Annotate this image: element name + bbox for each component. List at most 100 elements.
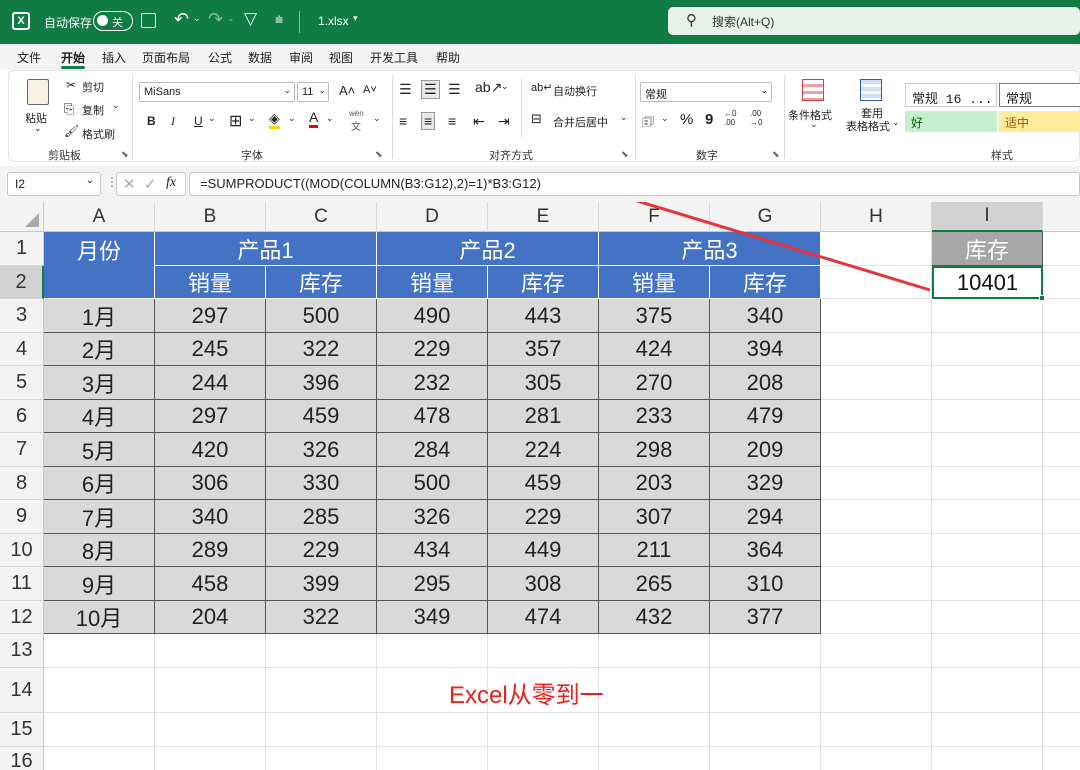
- align-right-icon[interactable]: ≡: [448, 113, 456, 129]
- empty-cell[interactable]: [1043, 567, 1080, 601]
- empty-cell[interactable]: [710, 668, 821, 713]
- empty-cell[interactable]: [266, 713, 377, 747]
- number-launcher-icon[interactable]: ⬊: [772, 149, 780, 160]
- data-cell[interactable]: 3月: [44, 366, 155, 400]
- phonetic-guide-icon[interactable]: wén: [349, 109, 364, 118]
- fill-handle[interactable]: [1039, 295, 1045, 301]
- empty-cell[interactable]: [155, 747, 266, 770]
- data-cell[interactable]: 500: [266, 299, 377, 333]
- empty-cell[interactable]: [1043, 299, 1080, 333]
- data-cell[interactable]: 244: [155, 366, 266, 400]
- empty-cell[interactable]: [266, 668, 377, 713]
- data-cell[interactable]: 229: [488, 500, 599, 534]
- wrap-text-icon[interactable]: ab↵: [531, 81, 552, 94]
- empty-cell[interactable]: [932, 299, 1043, 333]
- data-cell[interactable]: 209: [710, 433, 821, 467]
- align-bottom-icon[interactable]: ☰: [448, 81, 461, 98]
- result-header-cell[interactable]: 库存: [932, 232, 1043, 266]
- row-header-5[interactable]: 5: [0, 366, 44, 400]
- header-product1[interactable]: 产品1: [155, 232, 377, 266]
- percent-button[interactable]: %: [680, 111, 693, 128]
- header-product3[interactable]: 产品3: [599, 232, 821, 266]
- empty-cell[interactable]: [1043, 232, 1080, 266]
- number-format-select[interactable]: 常规 ⌄: [640, 82, 772, 102]
- empty-cell[interactable]: [266, 634, 377, 668]
- data-cell[interactable]: 340: [710, 299, 821, 333]
- data-cell[interactable]: 298: [599, 433, 710, 467]
- format-as-table-button[interactable]: 套用 表格格式 ⌄: [841, 77, 900, 137]
- data-cell[interactable]: 4月: [44, 400, 155, 433]
- copy-dropdown-icon[interactable]: ⌄: [112, 100, 120, 111]
- row-header-6[interactable]: 6: [0, 400, 44, 433]
- fill-color-dropdown-icon[interactable]: ⌄: [288, 113, 296, 124]
- undo-dropdown-icon[interactable]: ⌄: [193, 13, 201, 24]
- data-cell[interactable]: 375: [599, 299, 710, 333]
- data-cell[interactable]: 394: [710, 333, 821, 366]
- data-cell[interactable]: 10月: [44, 601, 155, 634]
- orientation-icon[interactable]: ab↗: [475, 79, 502, 96]
- empty-cell[interactable]: [710, 747, 821, 770]
- empty-cell[interactable]: [821, 232, 932, 266]
- empty-cell[interactable]: [932, 601, 1043, 634]
- row-header-2[interactable]: 2: [0, 266, 44, 299]
- empty-cell[interactable]: [599, 668, 710, 713]
- empty-cell[interactable]: [932, 500, 1043, 534]
- header-month[interactable]: 月份: [44, 232, 155, 299]
- empty-cell[interactable]: [599, 634, 710, 668]
- data-cell[interactable]: 285: [266, 500, 377, 534]
- bold-button[interactable]: B: [147, 114, 156, 128]
- data-cell[interactable]: 229: [266, 534, 377, 567]
- row-header-11[interactable]: 11: [0, 567, 44, 601]
- header-stock[interactable]: 库存: [488, 266, 599, 299]
- row-header-12[interactable]: 12: [0, 601, 44, 634]
- data-cell[interactable]: 459: [266, 400, 377, 433]
- data-cell[interactable]: 208: [710, 366, 821, 400]
- italic-button[interactable]: I: [171, 114, 175, 129]
- data-cell[interactable]: 399: [266, 567, 377, 601]
- row-header-15[interactable]: 15: [0, 713, 44, 747]
- data-cell[interactable]: 281: [488, 400, 599, 433]
- decrease-decimal-button[interactable]: .00 →0: [750, 109, 770, 127]
- data-cell[interactable]: 326: [377, 500, 488, 534]
- result-value-cell[interactable]: 10401: [932, 266, 1043, 299]
- empty-cell[interactable]: [1043, 366, 1080, 400]
- borders-icon[interactable]: ⊞: [229, 111, 242, 131]
- customize-toolbar-icon[interactable]: ⩧: [275, 11, 283, 28]
- empty-cell[interactable]: [821, 713, 932, 747]
- data-cell[interactable]: 340: [155, 500, 266, 534]
- column-header-A[interactable]: A: [44, 202, 155, 232]
- grow-font-button[interactable]: A˄: [339, 83, 355, 98]
- data-cell[interactable]: 295: [377, 567, 488, 601]
- empty-cell[interactable]: [155, 668, 266, 713]
- empty-cell[interactable]: [821, 266, 932, 299]
- data-cell[interactable]: 396: [266, 366, 377, 400]
- header-sales[interactable]: 销量: [599, 266, 710, 299]
- accounting-dropdown-icon[interactable]: ⌄: [661, 113, 669, 124]
- empty-cell[interactable]: [821, 433, 932, 467]
- empty-cell[interactable]: [821, 634, 932, 668]
- header-stock[interactable]: 库存: [266, 266, 377, 299]
- empty-cell[interactable]: [710, 634, 821, 668]
- enter-icon[interactable]: ✓: [144, 175, 157, 193]
- data-cell[interactable]: 233: [599, 400, 710, 433]
- column-header-J[interactable]: [1043, 202, 1080, 232]
- column-header-D[interactable]: D: [377, 202, 488, 232]
- data-cell[interactable]: 449: [488, 534, 599, 567]
- increase-decimal-button[interactable]: ←0 .00: [724, 109, 742, 127]
- row-header-7[interactable]: 7: [0, 433, 44, 467]
- tab-page-layout[interactable]: 页面布局: [142, 49, 190, 66]
- decrease-indent-icon[interactable]: ⇤: [473, 113, 485, 130]
- tab-file[interactable]: 文件: [17, 49, 41, 66]
- data-cell[interactable]: 434: [377, 534, 488, 567]
- data-cell[interactable]: 6月: [44, 467, 155, 500]
- column-header-C[interactable]: C: [266, 202, 377, 232]
- empty-cell[interactable]: [1043, 634, 1080, 668]
- empty-cell[interactable]: [821, 601, 932, 634]
- empty-cell[interactable]: [1043, 333, 1080, 366]
- data-cell[interactable]: 443: [488, 299, 599, 333]
- data-cell[interactable]: 2月: [44, 333, 155, 366]
- style-normal[interactable]: 常规: [999, 83, 1080, 107]
- empty-cell[interactable]: [932, 747, 1043, 770]
- empty-cell[interactable]: [1043, 400, 1080, 433]
- data-cell[interactable]: 265: [599, 567, 710, 601]
